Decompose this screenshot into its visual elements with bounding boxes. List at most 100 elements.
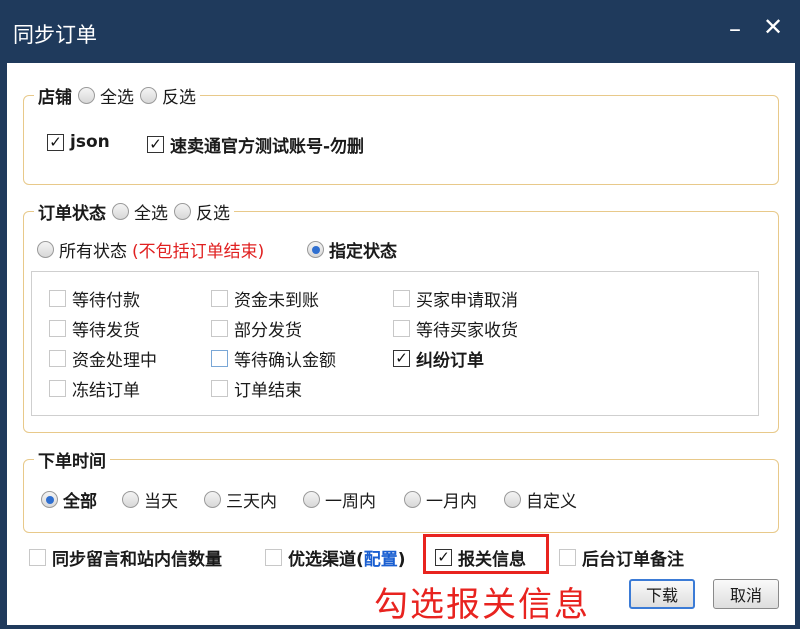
radio-icon [303, 491, 320, 508]
radio-icon [204, 491, 221, 508]
radio-label: 一周内 [325, 492, 376, 512]
status-buyer-cancel-checkbox[interactable]: 买家申请取消 [393, 286, 518, 311]
order-time-title: 下单时间 [38, 451, 106, 472]
radio-label: 当天 [144, 492, 178, 512]
check-icon: ✓ [47, 133, 64, 151]
store-select-all-radio[interactable]: 全选 [78, 83, 134, 108]
store-account-json-checkbox[interactable]: ✓ json [47, 132, 110, 152]
radio-icon [37, 241, 54, 258]
check-icon: ✓ [393, 350, 410, 367]
checkbox-label: json [70, 132, 110, 152]
radio-label: 反选 [196, 203, 230, 224]
order-status-title: 订单状态 [38, 203, 106, 224]
all-status-radio[interactable]: 所有状态 (不包括订单结束) [37, 237, 264, 262]
checkbox-label: 等待确认金额 [234, 351, 336, 371]
checkbox-label: 资金处理中 [72, 351, 157, 371]
store-group: 店铺 全选 反选 [23, 82, 779, 185]
checkbox-icon [211, 380, 228, 397]
radio-icon [404, 491, 421, 508]
status-funds-not-arrived-checkbox[interactable]: 资金未到账 [211, 286, 319, 311]
checkbox-label: 速卖通官方测试账号-勿删 [170, 137, 365, 157]
time-one-month-radio[interactable]: 一月内 [404, 487, 477, 512]
preferred-channel-checkbox[interactable]: 优选渠道(配置) [265, 545, 406, 570]
status-invert-radio[interactable]: 反选 [174, 199, 230, 224]
radio-label: 自定义 [526, 492, 577, 512]
cancel-button[interactable]: 取消 [713, 579, 779, 609]
checkbox-label: 等待发货 [72, 321, 140, 341]
radio-label: 所有状态 [59, 242, 127, 262]
radio-icon [504, 491, 521, 508]
specified-status-radio[interactable]: 指定状态 [307, 237, 397, 262]
all-status-note: (不包括订单结束) [132, 242, 265, 262]
radio-label: 反选 [162, 87, 196, 108]
checkbox-icon [49, 320, 66, 337]
radio-icon [78, 86, 95, 104]
time-one-week-radio[interactable]: 一周内 [303, 487, 376, 512]
radio-label: 三天内 [226, 492, 277, 512]
time-all-radio[interactable]: 全部 [41, 487, 97, 512]
checkbox-icon [49, 290, 66, 307]
order-status-legend: 订单状态 全选 反选 [34, 198, 234, 224]
time-custom-radio[interactable]: 自定义 [504, 487, 577, 512]
checkbox-icon [211, 290, 228, 307]
checkbox-icon [393, 290, 410, 307]
customs-info-highlight-box [423, 534, 549, 574]
minimize-icon[interactable]: – [729, 17, 741, 41]
checkbox-icon [211, 320, 228, 337]
status-order-finished-checkbox[interactable]: 订单结束 [211, 376, 302, 401]
radio-icon [112, 202, 129, 220]
radio-label: 全选 [100, 87, 134, 108]
status-funds-processing-checkbox[interactable]: 资金处理中 [49, 346, 157, 371]
radio-icon [122, 491, 139, 508]
status-pending-payment-checkbox[interactable]: 等待付款 [49, 286, 140, 311]
checkbox-icon [49, 380, 66, 397]
radio-label: 指定状态 [329, 242, 397, 262]
store-invert-radio[interactable]: 反选 [140, 83, 196, 108]
radio-selected-icon [41, 491, 58, 508]
backend-note-checkbox[interactable]: 后台订单备注 [559, 545, 684, 570]
checkbox-icon [265, 549, 282, 566]
time-today-radio[interactable]: 当天 [122, 487, 178, 512]
radio-label: 全选 [134, 203, 168, 224]
checkbox-label: 后台订单备注 [582, 550, 684, 570]
configure-link[interactable]: 配置 [364, 550, 398, 570]
checkbox-label: 资金未到账 [234, 291, 319, 311]
checkbox-icon [393, 320, 410, 337]
preferred-channel-suffix: ) [397, 550, 406, 570]
status-dispute-checkbox[interactable]: ✓ 纠纷订单 [393, 346, 484, 371]
status-awaiting-receipt-checkbox[interactable]: 等待买家收货 [393, 316, 518, 341]
checkbox-label: 纠纷订单 [416, 351, 484, 371]
annotation-text: 勾选报关信息 [374, 585, 590, 625]
store-title: 店铺 [38, 87, 72, 108]
checkbox-label: 部分发货 [234, 321, 302, 341]
checkbox-label: 冻结订单 [72, 381, 140, 401]
checkbox-icon [29, 549, 46, 566]
download-button[interactable]: 下载 [629, 579, 695, 609]
checkbox-label: 等待付款 [72, 291, 140, 311]
checkbox-label: 买家申请取消 [416, 291, 518, 311]
sync-messages-checkbox[interactable]: 同步留言和站内信数量 [29, 545, 222, 570]
status-partial-shipment-checkbox[interactable]: 部分发货 [211, 316, 302, 341]
dialog-title: 同步订单 [13, 23, 97, 47]
order-time-legend: 下单时间 [34, 446, 110, 472]
title-bar[interactable]: 同步订单 – ✕ [1, 1, 800, 63]
sync-order-dialog: 同步订单 – ✕ 店铺 全选 反选 ✓ json ✓ 速卖通官方测试账号-勿删 订单… [0, 0, 800, 629]
radio-icon [140, 86, 157, 104]
checkbox-label: 同步留言和站内信数量 [52, 550, 222, 570]
checkbox-label: 等待买家收货 [416, 321, 518, 341]
radio-selected-icon [307, 241, 324, 258]
time-three-days-radio[interactable]: 三天内 [204, 487, 277, 512]
store-legend: 店铺 全选 反选 [34, 82, 200, 108]
checkbox-icon [49, 350, 66, 367]
status-awaiting-shipment-checkbox[interactable]: 等待发货 [49, 316, 140, 341]
radio-label: 一月内 [426, 492, 477, 512]
status-confirm-amount-checkbox[interactable]: 等待确认金额 [211, 346, 336, 371]
checkbox-icon [211, 350, 228, 367]
close-icon[interactable]: ✕ [763, 15, 783, 39]
preferred-channel-label: 优选渠道( [288, 550, 364, 570]
status-frozen-checkbox[interactable]: 冻结订单 [49, 376, 140, 401]
status-select-all-radio[interactable]: 全选 [112, 199, 168, 224]
check-icon: ✓ [147, 136, 164, 153]
radio-label: 全部 [63, 492, 97, 512]
store-account-test-checkbox[interactable]: ✓ 速卖通官方测试账号-勿删 [147, 132, 364, 157]
